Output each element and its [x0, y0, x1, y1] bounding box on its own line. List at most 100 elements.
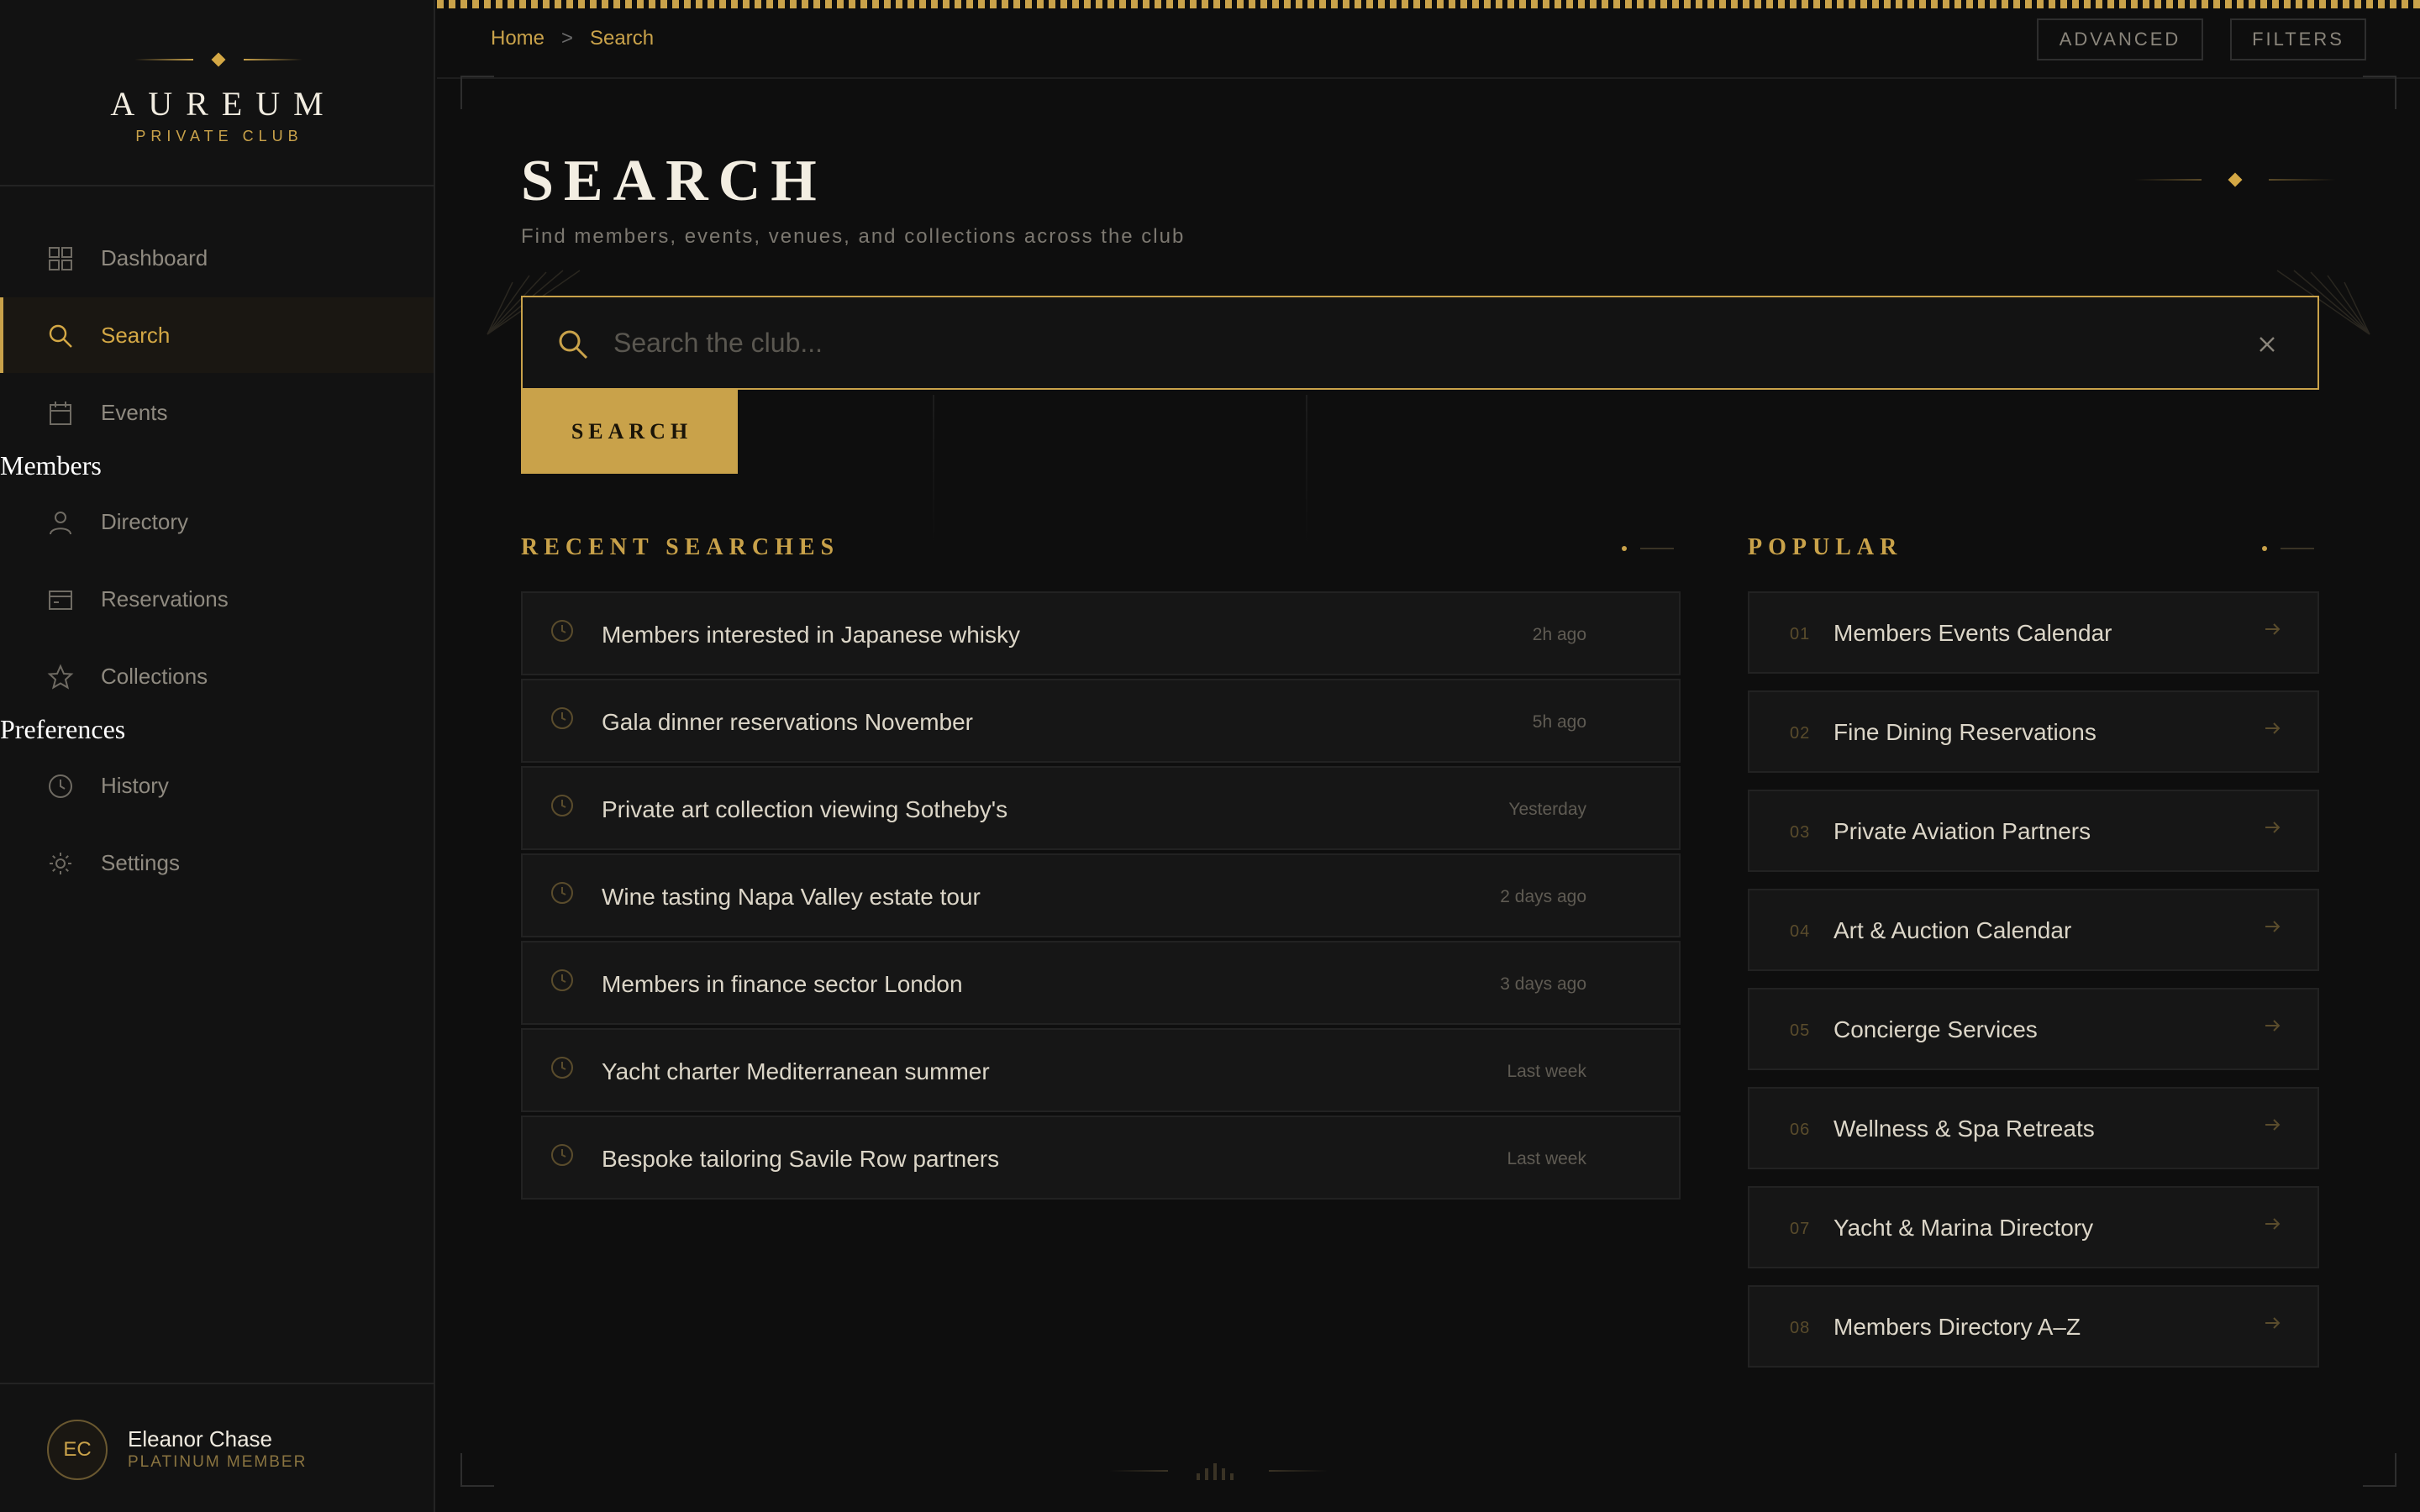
popular-rank: 01	[1790, 625, 1811, 643]
popular-rank: 03	[1790, 823, 1811, 842]
arrow-right-icon	[2265, 822, 2281, 833]
popular-rank: 05	[1790, 1021, 1811, 1040]
avatar[interactable]: EC	[47, 1420, 108, 1480]
sidebar-section-members: Members	[0, 450, 102, 480]
advanced-button[interactable]: ADVANCED	[2037, 18, 2203, 60]
popular-item[interactable]: 04 Art & Auction Calendar	[1748, 889, 2319, 971]
sidebar-item-label: Reservations	[101, 585, 229, 612]
user-name: Eleanor Chase	[128, 1426, 272, 1452]
sidebar-item-label: Events	[101, 399, 168, 425]
main-content: Home > Search ADVANCED FILTERS SEARCH Fi…	[437, 0, 2420, 1512]
sidebar-item-search[interactable]: Search	[0, 297, 434, 373]
recent-search-text: Gala dinner reservations November	[602, 709, 973, 735]
popular-rank: 02	[1790, 724, 1811, 743]
recent-search-time: 5h ago	[1532, 712, 1586, 732]
popular-item[interactable]: 05 Concierge Services	[1748, 988, 2319, 1070]
recent-search-item[interactable]: Gala dinner reservations November 5h ago	[521, 679, 1681, 763]
recent-search-item[interactable]: Members interested in Japanese whisky 2h …	[521, 591, 1681, 675]
filters-button[interactable]: FILTERS	[2230, 18, 2366, 60]
arrow-right-icon	[2265, 623, 2281, 635]
bottom-ornament	[1109, 1458, 1328, 1483]
search-icon	[559, 330, 588, 360]
frame-corner	[2363, 76, 2396, 109]
popular-rank: 06	[1790, 1121, 1811, 1139]
page-subtitle: Find members, events, venues, and collec…	[521, 225, 1186, 248]
recent-search-text: Yacht charter Mediterranean summer	[602, 1058, 990, 1084]
clock-icon	[551, 1057, 573, 1079]
recent-search-time: Yesterday	[1508, 800, 1586, 819]
divider	[1306, 395, 1307, 546]
popular-item-label: Wellness & Spa Retreats	[1833, 1116, 2095, 1142]
clock-icon	[551, 795, 573, 816]
sidebar-item-label: Directory	[101, 508, 189, 534]
recent-searches-title: RECENT SEARCHES	[521, 534, 840, 560]
breadcrumb-current: Search	[590, 27, 655, 50]
brand-ornament	[134, 50, 302, 67]
popular-item[interactable]: 02 Fine Dining Reservations	[1748, 690, 2319, 773]
popular-item-label: Private Aviation Partners	[1833, 818, 2091, 844]
arrow-right-icon	[2265, 1020, 2281, 1032]
user-profile[interactable]: EC Eleanor Chase PLATINUM MEMBER	[0, 1383, 434, 1512]
arrow-right-icon	[2265, 1317, 2281, 1329]
recent-search-time: 3 days ago	[1500, 974, 1586, 994]
section-ornament	[2262, 539, 2321, 556]
sidebar-item-reservations[interactable]: Reservations	[0, 561, 434, 637]
recent-search-item[interactable]: Private art collection viewing Sotheby's…	[521, 766, 1681, 850]
sidebar-item-collections[interactable]: Collections	[0, 638, 434, 714]
sidebar-item-label: Settings	[101, 849, 180, 875]
popular-item-label: Concierge Services	[1833, 1016, 2038, 1042]
recent-search-time: Last week	[1507, 1062, 1586, 1081]
popular-item[interactable]: 01 Members Events Calendar	[1748, 591, 2319, 674]
search-bar[interactable]	[521, 296, 2319, 390]
sidebar-item-history[interactable]: History	[0, 748, 434, 823]
clock-icon	[551, 882, 573, 904]
arrow-right-icon	[2265, 722, 2281, 734]
sidebar: AUREUM PRIVATE CLUB Dashboard Search Eve…	[0, 0, 435, 1512]
sidebar-item-events[interactable]: Events	[0, 375, 434, 450]
arrow-right-icon	[2265, 1119, 2281, 1131]
sidebar-item-dashboard[interactable]: Dashboard	[0, 220, 434, 296]
popular-item[interactable]: 06 Wellness & Spa Retreats	[1748, 1087, 2319, 1169]
clock-icon	[551, 620, 573, 642]
popular-item[interactable]: 07 Yacht & Marina Directory	[1748, 1186, 2319, 1268]
popular-item-label: Members Events Calendar	[1833, 620, 2112, 646]
popular-item-label: Fine Dining Reservations	[1833, 719, 2096, 745]
sidebar-item-directory[interactable]: Directory	[0, 484, 434, 559]
recent-search-item[interactable]: Wine tasting Napa Valley estate tour 2 da…	[521, 853, 1681, 937]
popular-item[interactable]: 03 Private Aviation Partners	[1748, 790, 2319, 872]
popular-item-label: Art & Auction Calendar	[1833, 917, 2072, 943]
popular-item-label: Yacht & Marina Directory	[1833, 1215, 2094, 1241]
frame-corner	[2363, 1453, 2396, 1487]
breadcrumb: Home > Search	[491, 27, 654, 50]
recent-search-item[interactable]: Yacht charter Mediterranean summer Last w…	[521, 1028, 1681, 1112]
sidebar-section-preferences: Preferences	[0, 714, 126, 744]
search-submit-button[interactable]: SEARCH	[521, 390, 738, 474]
recent-search-item[interactable]: Bespoke tailoring Savile Row partners Las…	[521, 1116, 1681, 1200]
grid-icon	[49, 247, 72, 270]
search-icon	[49, 324, 72, 348]
brand-name: AUREUM	[110, 85, 337, 123]
frame-corner	[460, 1453, 494, 1487]
popular-rank: 08	[1790, 1319, 1811, 1337]
recent-search-text: Private art collection viewing Sotheby's	[602, 796, 1008, 822]
recent-search-time: 2h ago	[1532, 625, 1586, 644]
sidebar-item-settings[interactable]: Settings	[0, 825, 434, 900]
breadcrumb-home-link[interactable]: Home	[491, 27, 544, 50]
recent-search-text: Bespoke tailoring Savile Row partners	[602, 1146, 1000, 1172]
brand-header: AUREUM PRIVATE CLUB	[0, 0, 434, 186]
membership-tier: PLATINUM MEMBER	[128, 1453, 308, 1471]
divider	[933, 395, 934, 546]
recent-search-text: Members interested in Japanese whisky	[602, 622, 1021, 648]
person-icon	[50, 512, 71, 535]
clear-search-button[interactable]	[2250, 328, 2284, 361]
search-input[interactable]	[613, 318, 2210, 368]
recent-search-text: Wine tasting Napa Valley estate tour	[602, 884, 981, 910]
popular-title: POPULAR	[1748, 534, 1903, 560]
clock-icon	[551, 707, 573, 729]
recent-search-item[interactable]: Members in finance sector London 3 days a…	[521, 941, 1681, 1025]
sun-gear-icon	[50, 853, 71, 874]
arrow-right-icon	[2265, 1218, 2281, 1230]
popular-item[interactable]: 08 Members Directory A–Z	[1748, 1285, 2319, 1368]
recent-search-time: 2 days ago	[1500, 887, 1586, 906]
recent-search-time: Last week	[1507, 1149, 1586, 1168]
